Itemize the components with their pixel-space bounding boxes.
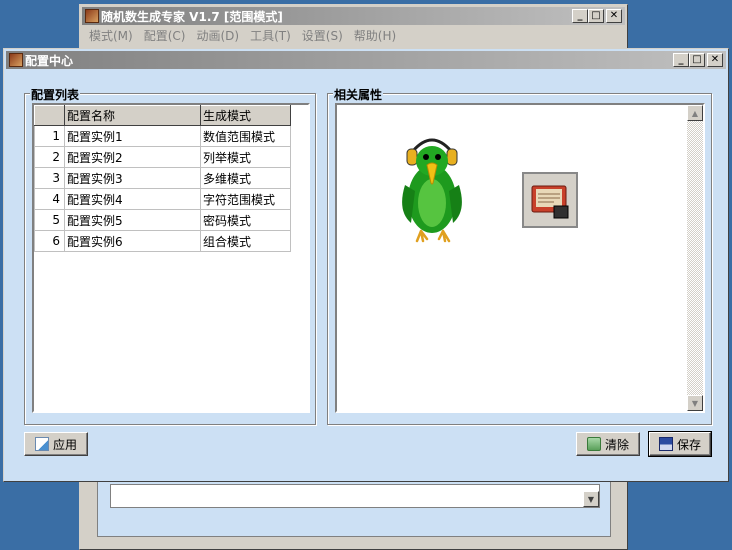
table-row[interactable]: 5 配置实例5 密码模式: [34, 209, 291, 231]
scroll-down-icon[interactable]: ▼: [583, 491, 599, 507]
table-row[interactable]: 2 配置实例2 列举模式: [34, 146, 291, 168]
menu-config[interactable]: 配置(C): [139, 27, 192, 44]
menu-bar: 模式(M) 配置(C) 动画(D) 工具(T) 设置(S) 帮助(H): [84, 27, 402, 44]
config-name-cell[interactable]: 配置实例1: [64, 125, 201, 147]
config-list-label: 配置列表: [30, 86, 81, 103]
close-icon[interactable]: ✕: [606, 9, 622, 23]
output-textarea[interactable]: ▼: [110, 484, 600, 508]
properties-label: 相关属性: [333, 86, 384, 103]
properties-panel[interactable]: ▲ ▼: [335, 103, 705, 413]
config-name-cell[interactable]: 配置实例6: [64, 230, 201, 252]
maximize-icon[interactable]: □: [689, 53, 705, 67]
config-name-cell[interactable]: 配置实例3: [64, 167, 201, 189]
properties-group: 相关属性 ▲ ▼: [327, 86, 712, 425]
trash-icon: [586, 437, 601, 451]
menu-settings[interactable]: 设置(S): [297, 27, 349, 44]
row-number: 1: [34, 125, 65, 147]
table-row[interactable]: 4 配置实例4 字符范围模式: [34, 188, 291, 210]
row-number: 2: [34, 146, 65, 168]
save-button[interactable]: 保存: [648, 431, 712, 457]
config-center-titlebar: 配置中心 _ □ ✕: [6, 51, 726, 69]
minimize-icon[interactable]: _: [673, 53, 689, 67]
clear-button[interactable]: 清除: [576, 432, 640, 456]
output-panel: ▼: [97, 475, 611, 537]
main-app-title: 随机数生成专家 V1.7 [范围模式]: [101, 9, 283, 24]
menu-help[interactable]: 帮助(H): [349, 27, 402, 44]
scroll-up-icon[interactable]: ▲: [687, 105, 703, 121]
app-icon: [9, 53, 23, 67]
table-header: 配置名称 生成模式: [34, 105, 291, 126]
menu-animation[interactable]: 动画(D): [191, 27, 245, 44]
scroll-down-icon[interactable]: ▼: [687, 395, 703, 411]
mode-cell[interactable]: 数值范围模式: [200, 125, 291, 147]
table-row[interactable]: 6 配置实例6 组合模式: [34, 230, 291, 252]
config-list-table[interactable]: 配置名称 生成模式 1 配置实例1 数值范围模式 2 配置实例2 列举模式 3 …: [32, 103, 310, 413]
column-header-mode[interactable]: 生成模式: [200, 105, 291, 126]
table-row[interactable]: 3 配置实例3 多维模式: [34, 167, 291, 189]
minimize-icon[interactable]: _: [572, 9, 588, 23]
mode-cell[interactable]: 密码模式: [200, 209, 291, 231]
config-name-cell[interactable]: 配置实例4: [64, 188, 201, 210]
column-header-index[interactable]: [34, 105, 65, 126]
vertical-scrollbar[interactable]: ▲ ▼: [687, 105, 703, 411]
menu-mode[interactable]: 模式(M): [84, 27, 139, 44]
config-center-window: 配置中心 _ □ ✕ 配置列表 配置名称 生成模式 1 配置实例1 数值范围模式…: [3, 48, 729, 482]
app-icon: [85, 9, 99, 23]
row-number: 3: [34, 167, 65, 189]
config-name-cell[interactable]: 配置实例5: [64, 209, 201, 231]
mode-cell[interactable]: 字符范围模式: [200, 188, 291, 210]
mode-cell[interactable]: 多维模式: [200, 167, 291, 189]
clear-label: 清除: [604, 437, 629, 452]
config-center-title: 配置中心: [25, 53, 74, 68]
row-number: 4: [34, 188, 65, 210]
row-number: 6: [34, 230, 65, 252]
floppy-disk-icon: [658, 437, 673, 451]
maximize-icon[interactable]: □: [588, 9, 604, 23]
mode-cell[interactable]: 组合模式: [200, 230, 291, 252]
apply-icon: [34, 437, 49, 451]
config-list-group: 配置列表 配置名称 生成模式 1 配置实例1 数值范围模式 2 配置实例2 列举…: [24, 86, 316, 425]
apply-button[interactable]: 应用: [24, 432, 88, 456]
main-app-titlebar: 随机数生成专家 V1.7 [范围模式] _ □ ✕: [82, 7, 625, 25]
save-label: 保存: [676, 437, 701, 452]
apply-label: 应用: [52, 437, 77, 452]
parrot-with-headphones-icon: [402, 138, 462, 243]
config-name-cell[interactable]: 配置实例2: [64, 146, 201, 168]
close-icon[interactable]: ✕: [707, 53, 723, 67]
mode-cell[interactable]: 列举模式: [200, 146, 291, 168]
menu-tools[interactable]: 工具(T): [245, 27, 297, 44]
config-book-icon: [522, 172, 578, 228]
table-row[interactable]: 1 配置实例1 数值范围模式: [34, 125, 291, 147]
column-header-name[interactable]: 配置名称: [64, 105, 201, 126]
row-number: 5: [34, 209, 65, 231]
